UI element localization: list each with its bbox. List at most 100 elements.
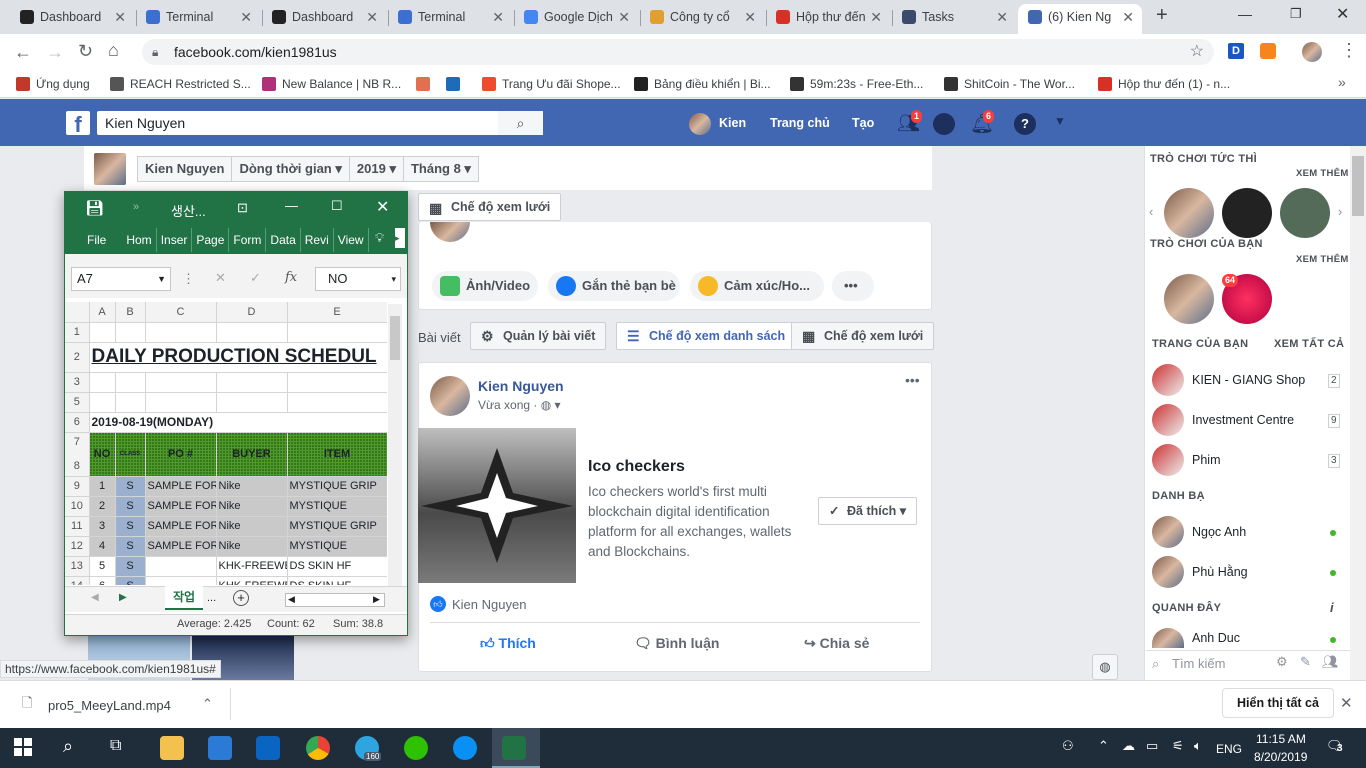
h-scroll-right-icon[interactable]: ▶ (373, 594, 380, 605)
timeline-year[interactable]: 2019 ▾ (350, 157, 404, 181)
more-options-button[interactable]: ••• (832, 271, 874, 301)
next-sheet-icon[interactable]: ▶ (119, 592, 127, 603)
download-chevron-up-icon[interactable]: ⌃ (202, 696, 213, 712)
see-all-pages[interactable]: XEM TẤT CẢ (1274, 338, 1344, 350)
column-header[interactable]: C (145, 302, 217, 323)
post-time[interactable]: Vừa xong · ◍ ▾ (478, 398, 561, 412)
data-cell[interactable]: 1 (89, 476, 116, 497)
timeline-section[interactable]: Dòng thời gian ▾ (232, 157, 350, 181)
ribbon-tab[interactable]: Revi (301, 228, 334, 252)
shared-page-image[interactable] (418, 428, 576, 583)
chat-settings-icon[interactable]: ⚙ (1276, 654, 1288, 670)
browser-tab[interactable]: (6) Kien Ng ✕ (1018, 4, 1142, 34)
like-button[interactable]: 👍︎ Thích (480, 635, 536, 652)
data-cell[interactable] (145, 576, 217, 585)
close-tab-icon[interactable]: ✕ (618, 4, 630, 30)
ribbon-tab[interactable]: View (334, 228, 369, 252)
bookmark-item[interactable]: ShitCoin - The Wor... (944, 77, 1075, 91)
row-header[interactable]: 11 (65, 516, 90, 537)
globe-icon[interactable]: ◍ ▾ (541, 398, 561, 412)
metamask-icon[interactable] (1260, 43, 1276, 59)
page-avatar[interactable] (1152, 364, 1184, 396)
clock-date[interactable]: 8/20/2019 (1254, 750, 1307, 764)
close-tab-icon[interactable]: ✕ (996, 4, 1008, 30)
chevron-left-icon[interactable]: ‹ (1149, 204, 1153, 219)
row-header[interactable]: 3 (65, 372, 90, 393)
contact-avatar[interactable] (1152, 516, 1184, 548)
nav-create[interactable]: Tạo (852, 116, 874, 130)
forward-icon[interactable]: → (46, 42, 64, 63)
save-icon[interactable]: 💾︎ (85, 199, 104, 217)
row-header[interactable]: 14 (65, 576, 90, 585)
language-globe-icon[interactable]: ◍ (1092, 654, 1118, 680)
timeline-month[interactable]: Tháng 8 ▾ (404, 157, 478, 181)
feeling-button[interactable]: Cảm xúc/Ho... (690, 271, 824, 301)
comment-button[interactable]: 🗨︎ Bình luận (634, 635, 719, 652)
scrollbar-thumb[interactable] (1352, 156, 1364, 216)
insert-function-icon[interactable]: fx (285, 270, 297, 285)
header-avatar[interactable] (689, 113, 711, 135)
data-cell[interactable]: 3 (89, 516, 116, 537)
bookmark-item[interactable]: Ứng dụng (16, 77, 90, 91)
search-button[interactable]: ⌕ (498, 111, 543, 135)
minimize-button[interactable]: — (1238, 6, 1252, 22)
header-cell[interactable]: BUYER (216, 432, 288, 477)
keyboard-icon[interactable]: ENG (1216, 742, 1242, 756)
grid-view-button-top[interactable]: ▦ Chế độ xem lưới (418, 193, 562, 221)
confirm-formula-icon[interactable]: ✓ (250, 270, 261, 286)
ribbon-tab[interactable]: File (83, 228, 110, 252)
ribbon-tab[interactable]: Hom (122, 228, 157, 252)
home-icon[interactable]: ⌂ (108, 40, 119, 61)
list-view-button[interactable]: ☰ Chế độ xem danh sách (616, 322, 797, 350)
menu-icon[interactable]: ⋮ (1340, 40, 1358, 61)
grid-view-button[interactable]: ▦ Chế độ xem lưới (791, 322, 935, 350)
timeline-avatar[interactable] (94, 153, 126, 185)
share-button[interactable]: ↪ Chia sẻ (804, 635, 869, 652)
browser-tab[interactable]: Terminal ✕ (388, 4, 512, 34)
browser-tab[interactable]: Hộp thư đến ✕ (766, 4, 890, 34)
volume-icon[interactable]: 🔈︎ (1194, 738, 1202, 754)
h-scrollbar[interactable] (285, 593, 385, 607)
contact-name[interactable]: Ngọc Anh (1192, 525, 1246, 539)
contact-name[interactable]: Phù Hằng (1192, 565, 1248, 579)
data-cell[interactable]: MYSTIQUE (287, 536, 387, 557)
corner-cell[interactable] (65, 302, 90, 323)
data-cell[interactable]: MYSTIQUE GRIP (287, 516, 387, 537)
scrollbar-thumb[interactable] (390, 316, 400, 360)
post-author[interactable]: Kien Nguyen (478, 378, 564, 394)
post-avatar[interactable] (430, 376, 470, 416)
row-header[interactable]: 6 (65, 412, 90, 433)
extension-d-icon[interactable]: D (1228, 43, 1244, 59)
excel-icon[interactable] (502, 736, 526, 760)
formula-input[interactable]: NO ▾ (315, 267, 401, 291)
data-cell[interactable]: KHK-FREEWELL (216, 556, 288, 577)
close-tab-icon[interactable]: ✕ (744, 4, 756, 30)
page-name[interactable]: Investment Centre (1192, 413, 1294, 427)
page-avatar[interactable] (1152, 404, 1184, 436)
restore-button[interactable]: ❐ (1290, 6, 1302, 22)
close-tab-icon[interactable]: ✕ (240, 4, 252, 30)
new-message-icon[interactable]: ✎ (1300, 654, 1311, 670)
close-tab-icon[interactable]: ✕ (114, 4, 126, 30)
back-icon[interactable]: ← (14, 42, 32, 63)
game-thumb[interactable] (1164, 188, 1214, 238)
data-cell[interactable]: SAMPLE FOR (145, 496, 217, 517)
data-cell[interactable]: S (115, 576, 146, 585)
column-header[interactable]: B (115, 302, 146, 323)
excel-minimize-button[interactable]: — (285, 198, 298, 213)
row-header[interactable]: 10 (65, 496, 90, 517)
name-box[interactable]: A7 ▼ (71, 267, 171, 291)
account-menu-icon[interactable]: ▼ (1054, 114, 1066, 128)
download-item[interactable]: pro5_MeeyLand.mp4 (48, 698, 171, 713)
timeline-name[interactable]: Kien Nguyen (138, 157, 233, 181)
wifi-icon[interactable]: ⚟ (1172, 738, 1184, 754)
add-sheet-icon[interactable]: + (233, 590, 249, 606)
chat-search-input[interactable]: Tìm kiếm (1172, 656, 1225, 671)
row-header[interactable]: 9 (65, 476, 90, 497)
data-cell[interactable]: S (115, 496, 146, 517)
data-cell[interactable]: 5 (89, 556, 116, 577)
search-icon[interactable]: ⌕ (63, 736, 73, 757)
sheet-heading[interactable]: DAILY PRODUCTION SCHEDUL (89, 342, 387, 373)
data-cell[interactable]: S (115, 516, 146, 537)
outlook-icon[interactable] (256, 736, 280, 760)
